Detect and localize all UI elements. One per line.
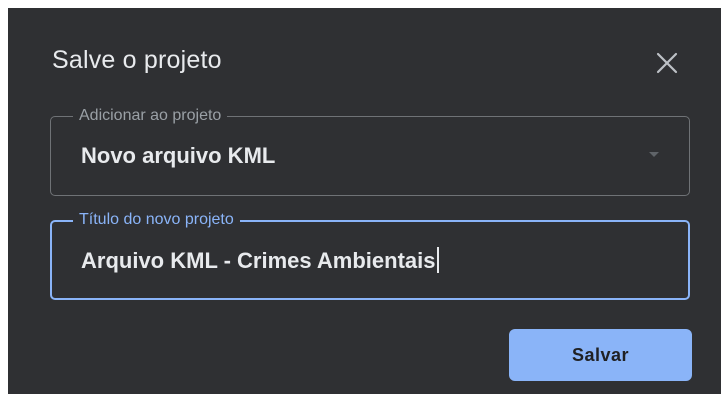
add-to-project-label: Adicionar ao projeto	[73, 106, 228, 126]
add-to-project-value: Novo arquivo KML	[81, 143, 276, 168]
text-cursor	[436, 247, 439, 273]
project-title-value-wrapper: Arquivo KML - Crimes Ambientais	[81, 247, 439, 274]
project-title-label: Título do novo projeto	[73, 210, 240, 230]
project-title-value: Arquivo KML - Crimes Ambientais	[81, 248, 436, 273]
close-icon	[656, 52, 678, 74]
close-button[interactable]	[646, 42, 686, 82]
project-title-input[interactable]: Título do novo projeto Arquivo KML - Cri…	[50, 210, 690, 300]
dialog-title: Salve o projeto	[52, 46, 222, 74]
save-project-dialog: Salve o projeto Adicionar ao projeto Nov…	[8, 8, 721, 394]
add-to-project-select[interactable]: Adicionar ao projeto Novo arquivo KML	[50, 106, 690, 196]
dropdown-arrow-icon	[649, 152, 659, 157]
save-button[interactable]: Salvar	[509, 329, 692, 381]
